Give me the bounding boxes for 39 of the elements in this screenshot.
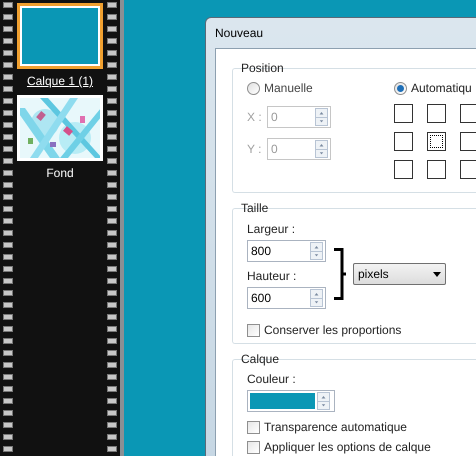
unit-dropdown[interactable]: pixels: [353, 263, 446, 285]
anchor-cell[interactable]: [427, 160, 446, 179]
field-label: Largeur :: [247, 221, 296, 238]
radio-label: Automatiqu: [411, 80, 472, 97]
layer-name: Fond: [46, 165, 74, 182]
number-field[interactable]: 600: [247, 287, 326, 309]
checkbox-label: Appliquer les options de calque: [264, 439, 431, 456]
anchor-cell[interactable]: [394, 160, 413, 179]
window-title: Nouveau: [215, 25, 264, 42]
field-label: Hauteur :: [247, 268, 298, 285]
radio-label: Manuelle: [264, 80, 313, 97]
number-field[interactable]: 800: [247, 240, 326, 262]
anchor-cell[interactable]: [460, 132, 476, 151]
caret-icon: [433, 272, 441, 276]
spin-buttons[interactable]: [310, 289, 323, 307]
anchor-cell[interactable]: [460, 160, 476, 179]
group-title: Taille: [241, 201, 270, 215]
color-dropdown[interactable]: [247, 390, 335, 412]
checkbox[interactable]: [247, 440, 260, 454]
field-label: Y :: [247, 141, 262, 158]
field-label: Couleur :: [247, 371, 297, 388]
anchor-cell[interactable]: [460, 104, 476, 123]
anchor-cell[interactable]: [394, 132, 413, 151]
checkbox-label: Conserver les proportions: [264, 322, 402, 339]
radio-button[interactable]: [394, 82, 407, 94]
bracket-icon: [334, 248, 346, 300]
group-title: Position: [241, 61, 285, 75]
checkbox-label: Transparence automatique: [264, 419, 407, 436]
spin-buttons[interactable]: [317, 392, 330, 410]
anchor-cell[interactable]: [394, 104, 413, 123]
anchor-cell[interactable]: [427, 132, 446, 151]
spin-buttons[interactable]: [310, 242, 323, 260]
group-title: Calque: [241, 352, 280, 366]
checkbox[interactable]: [247, 420, 260, 434]
radio-button[interactable]: [247, 82, 260, 94]
checkbox[interactable]: [247, 324, 260, 336]
field-label: X :: [247, 109, 263, 126]
layer-name: Calque 1 (1): [26, 73, 94, 90]
anchor-cell[interactable]: [427, 104, 446, 123]
